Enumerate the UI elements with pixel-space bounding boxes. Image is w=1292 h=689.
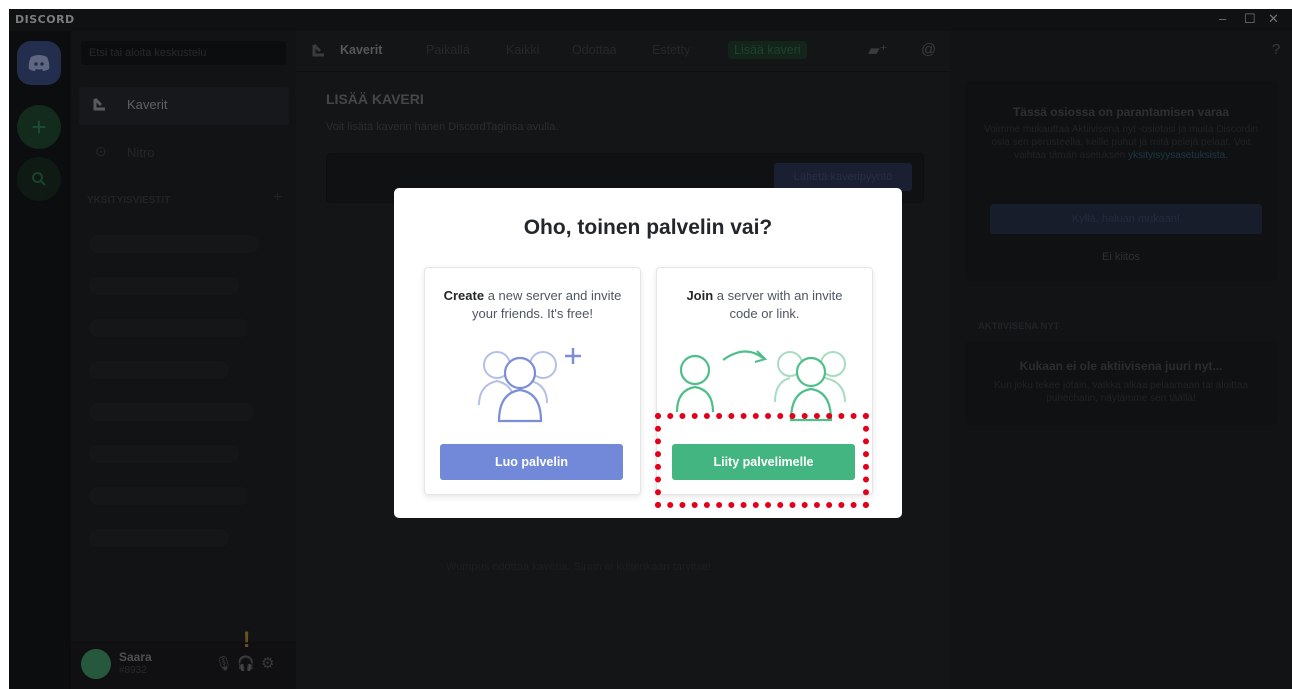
join-text: a server with an invite code or link. [713, 288, 843, 321]
modal-title: Oho, toinen palvelin vai? [523, 216, 773, 239]
join-server-description: Join a server with an invite code or lin… [671, 287, 858, 323]
create-server-card: Create a new server and invite your frie… [424, 267, 641, 495]
create-text: a new server and invite your friends. It… [472, 288, 622, 321]
create-bold: Create [443, 288, 485, 303]
create-server-button[interactable]: Luo palvelin [440, 444, 623, 480]
tutorial-highlight-box [655, 413, 869, 508]
create-server-description: Create a new server and invite your frie… [439, 287, 626, 323]
create-server-illustration-icon [478, 348, 581, 423]
join-server-illustration-icon [675, 350, 846, 422]
join-bold: Join [686, 288, 714, 303]
